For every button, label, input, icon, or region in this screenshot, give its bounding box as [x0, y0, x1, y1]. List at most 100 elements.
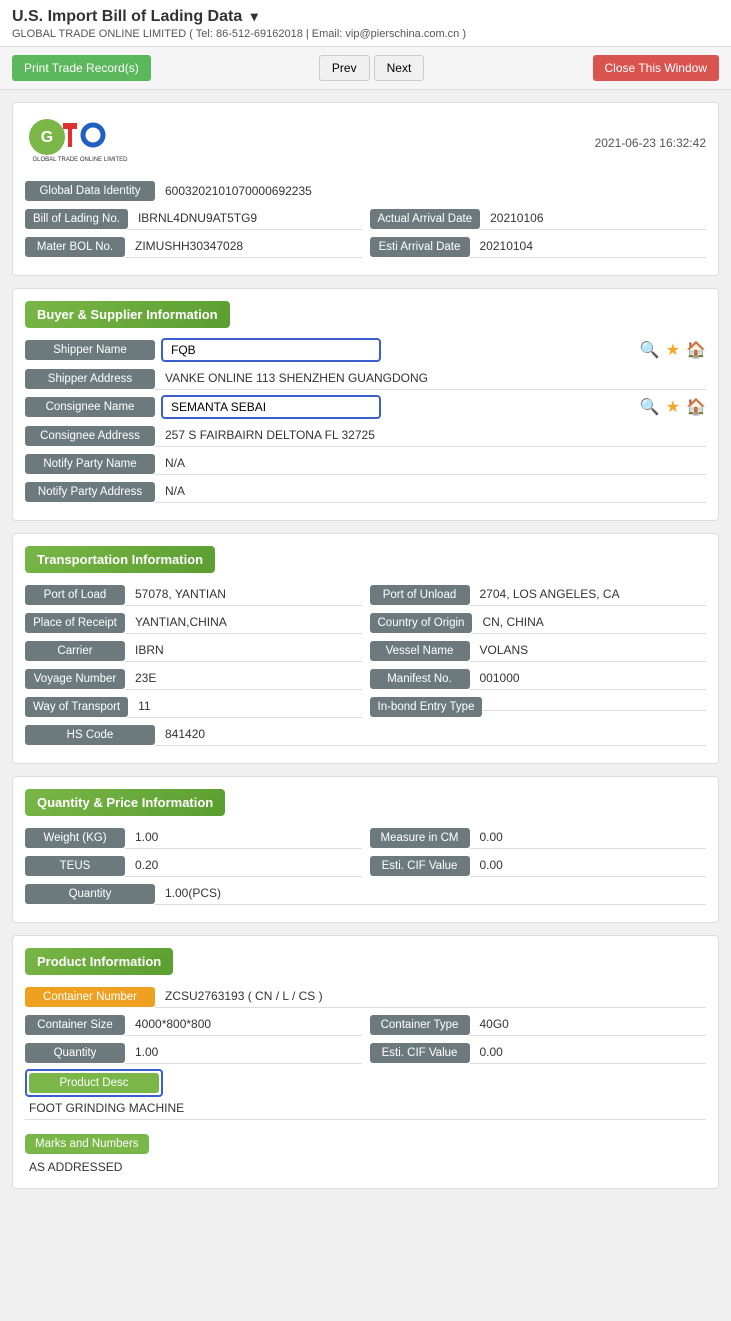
notify-party-name-value: N/A	[155, 452, 706, 475]
voyage-label: Voyage Number	[25, 669, 125, 689]
consignee-name-row: Consignee Name 🔍 ★ 🏠	[25, 395, 706, 419]
marks-section: Marks and Numbers AS ADDRESSED	[25, 1128, 706, 1176]
way-transport-label: Way of Transport	[25, 697, 128, 717]
port-row: Port of Load 57078, YANTIAN Port of Unlo…	[25, 583, 706, 606]
container-type-label: Container Type	[370, 1015, 470, 1035]
container-type-value: 40G0	[470, 1013, 707, 1036]
esti-arrival-label: Esti Arrival Date	[370, 237, 470, 257]
marks-value: AS ADDRESSED	[25, 1158, 706, 1176]
shipper-address-row: Shipper Address VANKE ONLINE 113 SHENZHE…	[25, 367, 706, 390]
shipper-address-value: VANKE ONLINE 113 SHENZHEN GUANGDONG	[155, 367, 706, 390]
master-bol-row: Mater BOL No. ZIMUSHH30347028 Esti Arriv…	[25, 235, 706, 258]
way-transport-value: 11	[128, 695, 361, 718]
port-unload-col: Port of Unload 2704, LOS ANGELES, CA	[370, 583, 707, 606]
quantity-price-section: Quantity & Price Information Weight (KG)…	[12, 776, 719, 923]
main-content: G GLOBAL TRADE ONLINE LIMITED 2021-06-23…	[0, 90, 731, 1213]
title-arrow[interactable]: ▾	[251, 8, 258, 24]
place-receipt-col: Place of Receipt YANTIAN,CHINA	[25, 611, 362, 634]
notify-party-name-row: Notify Party Name N/A	[25, 452, 706, 475]
consignee-actions: 🔍 ★ 🏠	[640, 397, 706, 417]
vessel-value: VOLANS	[470, 639, 707, 662]
voyage-manifest-row: Voyage Number 23E Manifest No. 001000	[25, 667, 706, 690]
carrier-vessel-row: Carrier IBRN Vessel Name VOLANS	[25, 639, 706, 662]
svg-text:GLOBAL TRADE ONLINE LIMITED: GLOBAL TRADE ONLINE LIMITED	[32, 157, 128, 163]
logo-card: G GLOBAL TRADE ONLINE LIMITED 2021-06-23…	[12, 102, 719, 276]
consignee-name-label: Consignee Name	[25, 397, 155, 417]
weight-col: Weight (KG) 1.00	[25, 826, 362, 849]
product-desc-box: Product Desc FOOT GRINDING MACHINE	[25, 1069, 706, 1120]
bol-row: Bill of Lading No. IBRNL4DNU9AT5TG9 Actu…	[25, 207, 706, 230]
place-receipt-label: Place of Receipt	[25, 613, 125, 633]
weight-measure-row: Weight (KG) 1.00 Measure in CM 0.00	[25, 826, 706, 849]
quantity-row: Quantity 1.00(PCS)	[25, 882, 706, 905]
star-icon[interactable]: ★	[666, 340, 680, 360]
way-transport-col: Way of Transport 11	[25, 695, 362, 718]
measure-value: 0.00	[470, 826, 707, 849]
product-qty-col: Quantity 1.00	[25, 1041, 362, 1064]
teus-value: 0.20	[125, 854, 362, 877]
actual-arrival-value: 20210106	[480, 207, 706, 230]
actual-arrival-col: Actual Arrival Date 20210106	[370, 207, 707, 230]
master-bol-label: Mater BOL No.	[25, 237, 125, 257]
product-desc-label: Product Desc	[29, 1073, 159, 1093]
title-text: U.S. Import Bill of Lading Data	[12, 8, 242, 25]
master-bol-value: ZIMUSHH30347028	[125, 235, 362, 258]
transportation-header: Transportation Information	[25, 546, 215, 573]
product-section: Product Information Container Number ZCS…	[12, 935, 719, 1189]
shipper-name-row: Shipper Name 🔍 ★ 🏠	[25, 338, 706, 362]
next-button[interactable]: Next	[374, 55, 425, 81]
home-icon[interactable]: 🏠	[686, 340, 706, 360]
product-cif-value: 0.00	[470, 1041, 707, 1064]
consignee-star-icon[interactable]: ★	[666, 397, 680, 417]
gto-logo: G GLOBAL TRADE ONLINE LIMITED	[25, 115, 135, 170]
hs-code-label: HS Code	[25, 725, 155, 745]
print-button[interactable]: Print Trade Record(s)	[12, 55, 151, 81]
search-icon[interactable]: 🔍	[640, 340, 660, 360]
weight-value: 1.00	[125, 826, 362, 849]
esti-arrival-col: Esti Arrival Date 20210104	[370, 235, 707, 258]
timestamp: 2021-06-23 16:32:42	[595, 136, 706, 150]
quantity-price-header: Quantity & Price Information	[25, 789, 225, 816]
carrier-value: IBRN	[125, 639, 362, 662]
notify-party-address-label: Notify Party Address	[25, 482, 155, 502]
inbond-col: In-bond Entry Type	[370, 695, 707, 718]
vessel-label: Vessel Name	[370, 641, 470, 661]
container-size-type-row: Container Size 4000*800*800 Container Ty…	[25, 1013, 706, 1036]
bol-no-col: Bill of Lading No. IBRNL4DNU9AT5TG9	[25, 207, 362, 230]
shipper-name-input[interactable]	[161, 338, 381, 362]
bol-no-label: Bill of Lading No.	[25, 209, 128, 229]
transportation-section: Transportation Information Port of Load …	[12, 533, 719, 764]
global-id-label: Global Data Identity	[25, 181, 155, 201]
voyage-col: Voyage Number 23E	[25, 667, 362, 690]
marks-label: Marks and Numbers	[25, 1134, 149, 1154]
manifest-value: 001000	[470, 667, 707, 690]
prev-button[interactable]: Prev	[319, 55, 370, 81]
container-size-col: Container Size 4000*800*800	[25, 1013, 362, 1036]
product-qty-cif-row: Quantity 1.00 Esti. CIF Value 0.00	[25, 1041, 706, 1064]
consignee-home-icon[interactable]: 🏠	[686, 397, 706, 417]
consignee-name-input[interactable]	[161, 395, 381, 419]
voyage-value: 23E	[125, 667, 362, 690]
hs-code-row: HS Code 841420	[25, 723, 706, 746]
close-button[interactable]: Close This Window	[593, 55, 719, 81]
port-unload-label: Port of Unload	[370, 585, 470, 605]
port-load-col: Port of Load 57078, YANTIAN	[25, 583, 362, 606]
buyer-supplier-section: Buyer & Supplier Information Shipper Nam…	[12, 288, 719, 521]
product-cif-col: Esti. CIF Value 0.00	[370, 1041, 707, 1064]
page-title: U.S. Import Bill of Lading Data ▾	[12, 8, 719, 26]
product-cif-label: Esti. CIF Value	[370, 1043, 470, 1063]
country-origin-col: Country of Origin CN, CHINA	[370, 611, 707, 634]
weight-label: Weight (KG)	[25, 828, 125, 848]
place-receipt-value: YANTIAN,CHINA	[125, 611, 362, 634]
master-bol-col: Mater BOL No. ZIMUSHH30347028	[25, 235, 362, 258]
nav-buttons: Prev Next	[159, 55, 585, 81]
port-unload-value: 2704, LOS ANGELES, CA	[470, 583, 707, 606]
port-load-label: Port of Load	[25, 585, 125, 605]
consignee-search-icon[interactable]: 🔍	[640, 397, 660, 417]
quantity-value: 1.00(PCS)	[155, 882, 706, 905]
inbond-label: In-bond Entry Type	[370, 697, 483, 717]
esti-cif-col: Esti. CIF Value 0.00	[370, 854, 707, 877]
consignee-address-value: 257 S FAIRBAIRN DELTONA FL 32725	[155, 424, 706, 447]
container-number-label: Container Number	[25, 987, 155, 1007]
teus-cif-row: TEUS 0.20 Esti. CIF Value 0.00	[25, 854, 706, 877]
